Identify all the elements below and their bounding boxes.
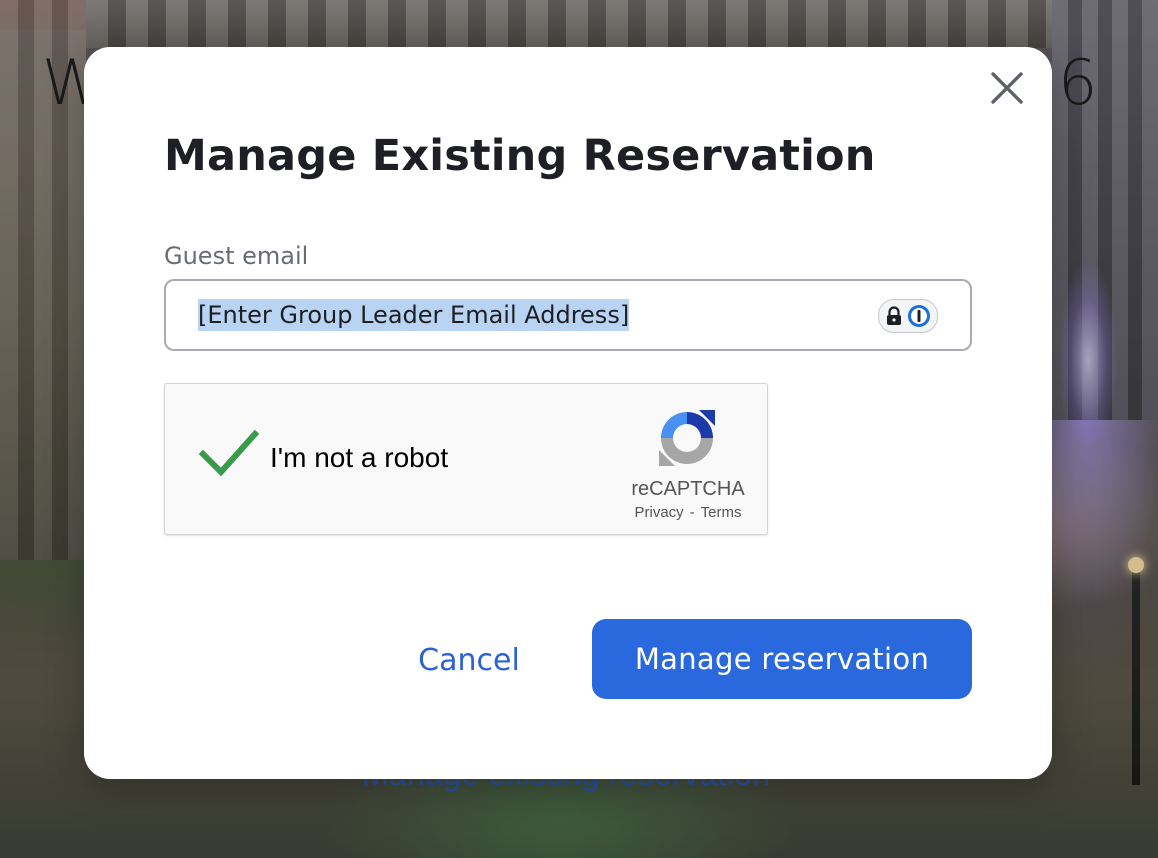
recaptcha-link-separator: - — [689, 504, 695, 521]
close-icon — [991, 72, 1023, 104]
dialog-title: Manage Existing Reservation — [164, 131, 876, 181]
checkmark-icon — [198, 429, 260, 477]
recaptcha-links: Privacy - Terms — [611, 504, 765, 521]
recaptcha-terms-link[interactable]: Terms — [701, 504, 742, 521]
password-manager-button[interactable] — [878, 299, 938, 333]
manage-reservation-dialog: Manage Existing Reservation Guest email … — [84, 47, 1052, 779]
recaptcha-logo-icon — [655, 406, 719, 475]
lock-icon — [887, 306, 901, 325]
guest-email-field[interactable]: [Enter Group Leader Email Address] — [164, 279, 972, 351]
close-button[interactable] — [988, 69, 1026, 107]
recaptcha-checkbox[interactable] — [198, 428, 260, 483]
manage-reservation-button[interactable]: Manage reservation — [592, 619, 972, 699]
recaptcha-widget: I'm not a robot reCAPTCHA Privacy - Terms — [164, 383, 768, 535]
cancel-button[interactable]: Cancel — [404, 627, 534, 693]
recaptcha-brand: reCAPTCHA — [631, 478, 745, 500]
recaptcha-label: I'm not a robot — [270, 442, 449, 473]
guest-email-label: Guest email — [164, 242, 309, 270]
recaptcha-privacy-link[interactable]: Privacy — [634, 504, 683, 521]
guest-email-value[interactable]: [Enter Group Leader Email Address] — [198, 299, 630, 331]
password-manager-icon — [908, 305, 930, 327]
